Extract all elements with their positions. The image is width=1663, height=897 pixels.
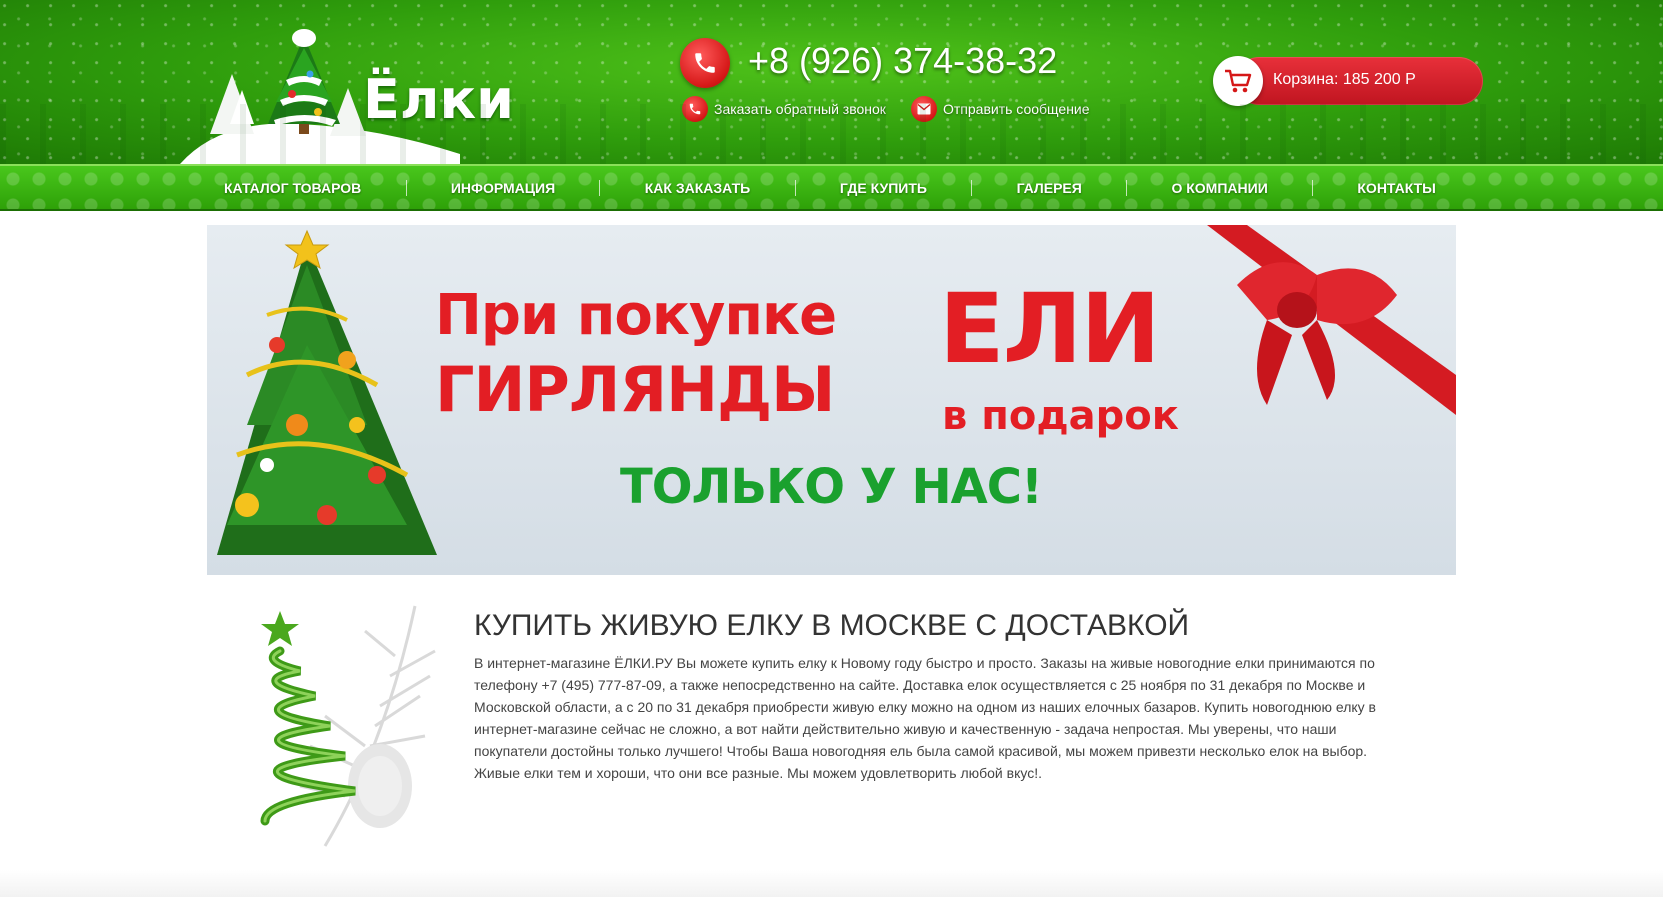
- site-header: Ёлки +8 (926) 374-38-32 Заказать обратны…: [0, 0, 1663, 164]
- page-title: КУПИТЬ ЖИВУЮ ЕЛКУ В МОСКВЕ С ДОСТАВКОЙ: [474, 609, 1190, 642]
- banner-gift: в подарок: [942, 393, 1179, 439]
- banner-line1: При покупке: [435, 283, 837, 348]
- cart-icon: [1213, 56, 1263, 106]
- nav-items: КАТАЛОГ ТОВАРОВ ИНФОРМАЦИЯ КАК ЗАКАЗАТЬ …: [180, 166, 1480, 209]
- christmas-tree-decor-icon: [205, 596, 445, 856]
- banner-eli: ЕЛИ: [939, 273, 1161, 385]
- nav-item-gallery[interactable]: ГАЛЕРЕЯ: [973, 180, 1126, 196]
- promo-banner[interactable]: При покупке ГИРЛЯНДЫ ЕЛИ в подарок ТОЛЬК…: [207, 225, 1456, 575]
- page-text: В интернет-магазине ЁЛКИ.РУ Вы можете ку…: [474, 655, 1376, 781]
- nav-item-catalog[interactable]: КАТАЛОГ ТОВАРОВ: [180, 180, 405, 196]
- gift-bow-icon: [1207, 225, 1456, 415]
- message-label: Отправить сообщение: [943, 101, 1090, 117]
- phone-number[interactable]: +8 (926) 374-38-32: [748, 40, 1057, 82]
- nav-item-info[interactable]: ИНФОРМАЦИЯ: [407, 180, 599, 196]
- envelope-icon: [911, 96, 937, 122]
- message-link[interactable]: Отправить сообщение: [911, 96, 1090, 122]
- nav-item-how-to-order[interactable]: КАК ЗАКАЗАТЬ: [601, 180, 794, 196]
- nav-item-about[interactable]: О КОМПАНИИ: [1127, 180, 1311, 196]
- nav-item-contacts[interactable]: КОНТАКТЫ: [1313, 180, 1479, 196]
- phone-icon: [680, 38, 730, 88]
- banner-line2: ГИРЛЯНДЫ: [435, 353, 835, 426]
- phone-block: +8 (926) 374-38-32 Заказать обратный зво…: [680, 36, 1100, 126]
- callback-link[interactable]: Заказать обратный звонок: [682, 96, 886, 122]
- cart-button[interactable]: Корзина: 185 200 Р: [1213, 54, 1483, 108]
- banner-only: ТОЛЬКО У НАС!: [620, 459, 1043, 515]
- main-nav: КАТАЛОГ ТОВАРОВ ИНФОРМАЦИЯ КАК ЗАКАЗАТЬ …: [0, 164, 1663, 211]
- cart-label: Корзина: 185 200 Р: [1273, 71, 1416, 88]
- nav-item-where-to-buy[interactable]: ГДЕ КУПИТЬ: [796, 180, 971, 196]
- phone-callback-icon: [682, 96, 708, 122]
- callback-label: Заказать обратный звонок: [714, 101, 886, 117]
- logo[interactable]: Ёлки: [180, 24, 520, 164]
- footer-decor: [0, 870, 1663, 897]
- logo-text: Ёлки: [363, 68, 514, 131]
